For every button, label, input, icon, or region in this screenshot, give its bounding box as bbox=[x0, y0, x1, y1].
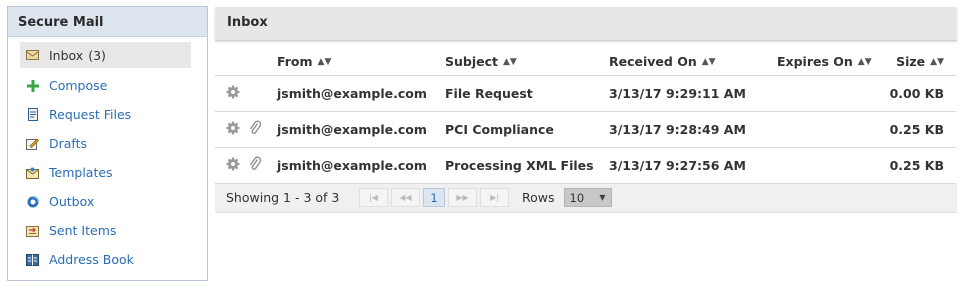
column-label: From bbox=[277, 53, 313, 69]
from-cell: jsmith@example.com bbox=[277, 75, 445, 112]
sidebar-item-outbox[interactable]: Outbox bbox=[8, 187, 207, 216]
subject-cell[interactable]: File Request bbox=[445, 75, 609, 112]
outbox-icon bbox=[26, 195, 39, 208]
sidebar-item-sent-items[interactable]: Sent Items bbox=[8, 216, 207, 245]
sidebar-item-label: Templates bbox=[49, 165, 113, 180]
column-header-expires-on[interactable]: Expires On ▲▼ bbox=[777, 48, 887, 76]
column-header-icons bbox=[215, 48, 277, 76]
sidebar-item-request-files[interactable]: Request Files bbox=[8, 100, 207, 129]
plus-icon bbox=[26, 79, 39, 92]
inbox-icon bbox=[26, 49, 39, 62]
sidebar-item-label: Compose bbox=[49, 78, 108, 93]
sidebar: Secure Mail Inbox (3) Compose Request Fi… bbox=[7, 6, 208, 281]
sidebar-item-address-book[interactable]: Address Book bbox=[8, 245, 207, 274]
sort-icon: ▲▼ bbox=[857, 56, 872, 67]
sidebar-item-templates[interactable]: Templates bbox=[8, 158, 207, 187]
column-header-subject[interactable]: Subject ▲▼ bbox=[445, 48, 609, 76]
request-files-icon bbox=[26, 108, 39, 121]
paperclip-icon bbox=[248, 120, 262, 139]
previous-page-button[interactable]: ◀◀ bbox=[391, 188, 420, 207]
page-title: Inbox bbox=[215, 7, 957, 41]
sort-icon: ▲▼ bbox=[503, 56, 517, 67]
rows-label: Rows bbox=[522, 190, 555, 205]
sort-icon: ▲▼ bbox=[930, 56, 944, 67]
column-header-from[interactable]: From ▲▼ bbox=[277, 48, 445, 76]
size-cell: 0.00 KB bbox=[887, 75, 956, 112]
expires-cell bbox=[777, 111, 887, 148]
rows-per-page-select[interactable]: 10 ▼ bbox=[563, 188, 612, 207]
received-cell: 3/13/17 9:28:49 AM bbox=[609, 111, 777, 148]
gear-icon[interactable] bbox=[226, 85, 240, 102]
column-header-received-on[interactable]: Received On ▲▼ bbox=[609, 48, 777, 76]
inbox-panel: Inbox From ▲▼ Subject ▲▼ Received On ▲▼ Exp… bbox=[215, 7, 957, 213]
subject-cell[interactable]: Processing XML Files bbox=[445, 147, 609, 184]
sidebar-item-label: Inbox bbox=[49, 47, 84, 63]
column-label: Subject bbox=[445, 53, 498, 69]
first-page-button[interactable]: |◀ bbox=[359, 188, 388, 207]
template-icon bbox=[26, 166, 39, 179]
from-cell: jsmith@example.com bbox=[277, 111, 445, 148]
rows-per-page-value: 10 bbox=[569, 190, 585, 205]
pagination-bar: Showing 1 - 3 of 3 |◀ ◀◀ 1 ▶▶ ▶| Rows 10… bbox=[215, 183, 957, 213]
address-book-icon bbox=[26, 253, 39, 266]
expires-cell bbox=[777, 75, 887, 112]
gear-icon[interactable] bbox=[226, 157, 240, 174]
column-header-size[interactable]: Size ▲▼ bbox=[887, 48, 956, 76]
sort-icon: ▲▼ bbox=[701, 56, 716, 67]
sidebar-item-label: Address Book bbox=[49, 252, 134, 267]
column-label: Size bbox=[896, 53, 926, 69]
size-cell: 0.25 KB bbox=[887, 147, 956, 184]
sort-icon: ▲▼ bbox=[317, 56, 332, 67]
paperclip-icon bbox=[248, 156, 262, 175]
column-label: Expires On bbox=[777, 53, 853, 69]
received-cell: 3/13/17 9:29:11 AM bbox=[609, 75, 777, 112]
sidebar-title: Secure Mail bbox=[8, 7, 207, 37]
sidebar-item-compose[interactable]: Compose bbox=[8, 71, 207, 100]
sent-items-icon bbox=[26, 224, 39, 237]
last-page-button[interactable]: ▶| bbox=[480, 188, 509, 207]
sidebar-item-drafts[interactable]: Drafts bbox=[8, 129, 207, 158]
page-number-button[interactable]: 1 bbox=[423, 188, 445, 207]
next-page-button[interactable]: ▶▶ bbox=[448, 188, 477, 207]
inbox-count: (3) bbox=[88, 47, 106, 63]
sidebar-list: Inbox (3) Compose Request Files Drafts T… bbox=[8, 37, 207, 274]
sidebar-item-label: Outbox bbox=[49, 194, 95, 209]
sidebar-item-inbox[interactable]: Inbox (3) bbox=[20, 42, 191, 68]
subject-cell[interactable]: PCI Compliance bbox=[445, 111, 609, 148]
message-table: From ▲▼ Subject ▲▼ Received On ▲▼ Expires O… bbox=[215, 48, 956, 184]
size-cell: 0.25 KB bbox=[887, 111, 956, 148]
table-header-row: From ▲▼ Subject ▲▼ Received On ▲▼ Expires O… bbox=[215, 48, 956, 76]
sidebar-item-label: Request Files bbox=[49, 107, 132, 122]
pagination-info: Showing 1 - 3 of 3 bbox=[226, 190, 340, 205]
table-row[interactable]: jsmith@example.com File Request 3/13/17 … bbox=[215, 75, 956, 112]
expires-cell bbox=[777, 147, 887, 184]
table-row[interactable]: jsmith@example.com Processing XML Files … bbox=[215, 147, 956, 184]
table-row[interactable]: jsmith@example.com PCI Compliance 3/13/1… bbox=[215, 111, 956, 148]
sidebar-item-label: Sent Items bbox=[49, 223, 117, 238]
from-cell: jsmith@example.com bbox=[277, 147, 445, 184]
sidebar-item-label: Drafts bbox=[49, 136, 88, 151]
received-cell: 3/13/17 9:27:56 AM bbox=[609, 147, 777, 184]
pencil-icon bbox=[26, 137, 39, 150]
column-label: Received On bbox=[609, 53, 697, 69]
chevron-down-icon: ▼ bbox=[599, 193, 606, 202]
gear-icon[interactable] bbox=[226, 121, 240, 138]
